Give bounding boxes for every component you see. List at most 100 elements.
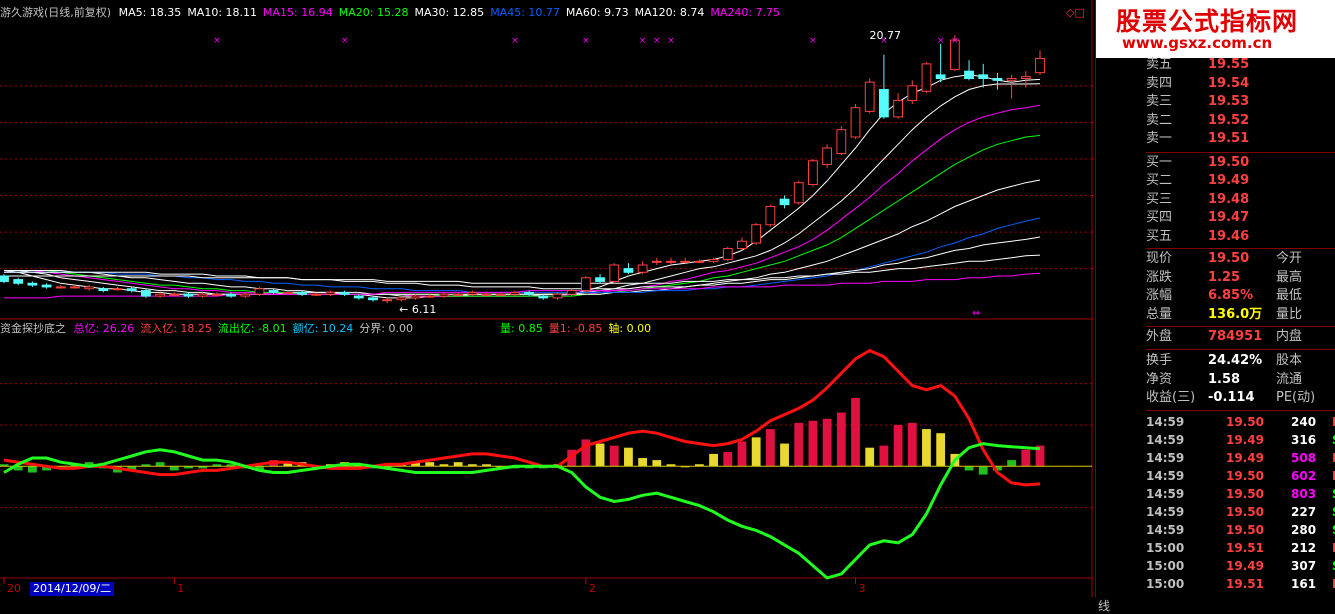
tick-time: 14:59 <box>1146 486 1185 501</box>
candle-body <box>268 290 279 293</box>
panel-divider <box>1146 349 1335 350</box>
quote-panel: 股票公式指标网 www.gsxz.com.cn 卖五19.551234卖四19.… <box>1095 0 1335 597</box>
x-tick-label: 3 <box>859 582 866 595</box>
stat-label: 收益(三) <box>1146 390 1196 405</box>
fund-legend-3: 额亿: 10.24 <box>292 322 354 335</box>
tick-volume: 307 <box>1291 558 1317 573</box>
tick-price: 19.50 <box>1226 593 1264 598</box>
tick-volume: 0 <box>1291 593 1299 598</box>
x-tick-label: 1 <box>177 582 184 595</box>
stat-label: 外盘 <box>1146 329 1173 344</box>
ma-legend-2: MA15: 16.94 <box>263 6 333 19</box>
fund-bar <box>155 462 165 467</box>
order-label: 卖三 <box>1146 94 1173 109</box>
tick-volume: 240 <box>1291 414 1317 429</box>
signal-mark: × <box>639 36 647 46</box>
candle-body <box>0 275 9 282</box>
x-tick-label: 20 <box>7 582 21 595</box>
expand-icon[interactable]: ⇔ <box>972 308 980 319</box>
stat-label: 现价 <box>1146 251 1173 266</box>
fund-bar <box>1021 449 1031 467</box>
candle-body <box>907 85 918 101</box>
order-label: 买三 <box>1146 191 1173 207</box>
ma-legend-1: MA10: 18.11 <box>187 6 258 19</box>
fund-bar <box>624 447 633 467</box>
candle-body <box>226 293 236 297</box>
fund-bar <box>780 443 789 467</box>
tick-row: 14:5919.49508B <box>1146 449 1335 467</box>
signal-mark: × <box>809 36 817 46</box>
candle-body <box>836 129 847 154</box>
order-price: 19.53 <box>1208 94 1250 109</box>
candle-body <box>424 295 435 298</box>
order-label: 卖二 <box>1146 112 1173 128</box>
date-cursor-label: 2014/12/09/二 <box>30 582 115 596</box>
candle-body <box>580 277 591 292</box>
window-control-icon[interactable]: ◇□ <box>1066 6 1085 19</box>
panel-divider <box>1146 326 1335 327</box>
signal-mark: × <box>951 36 959 46</box>
candle-body <box>552 293 563 299</box>
candle-body <box>169 293 180 296</box>
candle-body <box>13 279 24 284</box>
fund-bar <box>709 453 718 467</box>
sub-legend: 资金探抄底之 总亿: 26.26 流入亿: 18.25 流出亿: -8.01 额亿: … <box>0 322 425 336</box>
tick-price: 19.50 <box>1226 504 1264 519</box>
stat-label: 净资 <box>1146 371 1173 387</box>
tick-volume: 316 <box>1291 432 1317 447</box>
tick-volume: 212 <box>1291 540 1317 555</box>
order-price: 19.48 <box>1208 191 1250 207</box>
tick-time: 14:59 <box>1146 450 1185 465</box>
chart-canvas[interactable]: 18.0016.0014.0012.0010.008.004.002.000.0… <box>0 0 1093 597</box>
candle-body <box>722 248 733 260</box>
candle-body <box>765 205 776 226</box>
fund-bar <box>595 443 605 467</box>
fund-bar <box>453 462 463 467</box>
candle-body <box>495 293 506 296</box>
tick-volume: 803 <box>1291 486 1317 501</box>
candle-body <box>183 293 194 297</box>
signal-mark: × <box>653 36 661 46</box>
main-legend-items: MA5: 18.35 MA10: 18.11 MA15: 16.94 MA20: 15… <box>119 6 786 19</box>
candle-body <box>126 288 137 292</box>
signal-mark: × <box>213 36 221 46</box>
stat-value: 19.50 <box>1208 251 1250 266</box>
signal-mark: × <box>667 36 675 46</box>
candle-body <box>353 295 364 299</box>
site-banner: 股票公式指标网 www.gsxz.com.cn <box>1096 0 1335 58</box>
candle-body <box>98 288 109 292</box>
stat-label: 股本 <box>1276 353 1303 368</box>
candle-body <box>793 182 804 204</box>
ma-legend-8: MA240: 7.75 <box>710 6 781 19</box>
candle-body <box>467 291 478 295</box>
order-label: 卖一 <box>1146 131 1173 146</box>
tick-row: 14:5919.50803S <box>1146 485 1335 503</box>
candle-body <box>850 107 861 138</box>
candle-body <box>808 160 818 186</box>
candle-body <box>737 240 747 250</box>
tick-volume: 280 <box>1291 522 1317 537</box>
tick-time: 15:00 <box>1146 540 1185 555</box>
ma-legend-7: MA120: 8.74 <box>634 6 705 19</box>
candle-body <box>339 291 350 295</box>
candle-body <box>878 88 889 118</box>
tick-time: 15:00 <box>1146 593 1184 598</box>
fund-bar <box>723 451 733 467</box>
tick-price: 19.49 <box>1226 450 1264 465</box>
candle-body <box>623 268 634 273</box>
candle-body <box>155 293 166 297</box>
stat-value: 6.85% <box>1208 288 1254 303</box>
fund-bar <box>765 429 775 467</box>
fund-bar <box>652 460 662 467</box>
candle-body <box>453 293 464 296</box>
candle-body <box>595 277 605 282</box>
candle-body <box>84 286 95 290</box>
candle-body <box>751 224 762 244</box>
chart-area[interactable]: 18.0016.0014.0012.0010.008.004.002.000.0… <box>0 0 1110 613</box>
ma-legend-4: MA30: 12.85 <box>414 6 485 19</box>
fund-legend-4: 分界: 0.00 <box>359 322 413 335</box>
ma-line-ma30 <box>4 179 1041 295</box>
fund-bar <box>865 447 875 467</box>
fund-bar <box>964 466 974 471</box>
stat-value: 784951 <box>1208 329 1263 344</box>
